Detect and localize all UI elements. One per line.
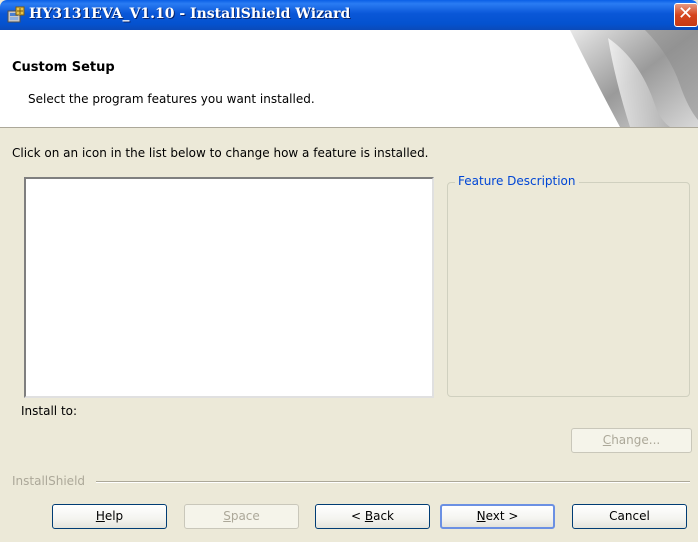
window-title: HY3131EVA_V1.10 - InstallShield Wizard: [29, 6, 351, 22]
installshield-label: InstallShield: [12, 474, 90, 488]
feature-description-group: [447, 182, 690, 397]
next-button[interactable]: Next >: [440, 504, 555, 529]
space-button[interactable]: Space: [184, 504, 299, 529]
page-subtitle: Select the program features you want ins…: [28, 92, 315, 106]
install-to-label: Install to:: [21, 404, 78, 418]
footer-divider: [0, 481, 690, 483]
installer-window: HY3131EVA_V1.10 - InstallShield Wizard ✕…: [0, 0, 698, 542]
back-button[interactable]: < Back: [315, 504, 430, 529]
title-bar[interactable]: HY3131EVA_V1.10 - InstallShield Wizard ✕: [0, 0, 698, 30]
change-button[interactable]: Change...: [571, 428, 692, 453]
help-button[interactable]: Help: [52, 504, 167, 529]
cancel-button[interactable]: Cancel: [572, 504, 687, 529]
feature-tree[interactable]: [24, 177, 434, 398]
instruction-text: Click on an icon in the list below to ch…: [12, 146, 429, 160]
installer-icon: [7, 6, 25, 23]
banner-graphic: [570, 30, 698, 127]
page-title: Custom Setup: [12, 60, 115, 75]
close-icon: ✕: [678, 3, 694, 24]
feature-description-label: Feature Description: [455, 174, 579, 188]
header-banner: Custom Setup Select the program features…: [0, 30, 698, 128]
close-button[interactable]: ✕: [674, 3, 698, 27]
